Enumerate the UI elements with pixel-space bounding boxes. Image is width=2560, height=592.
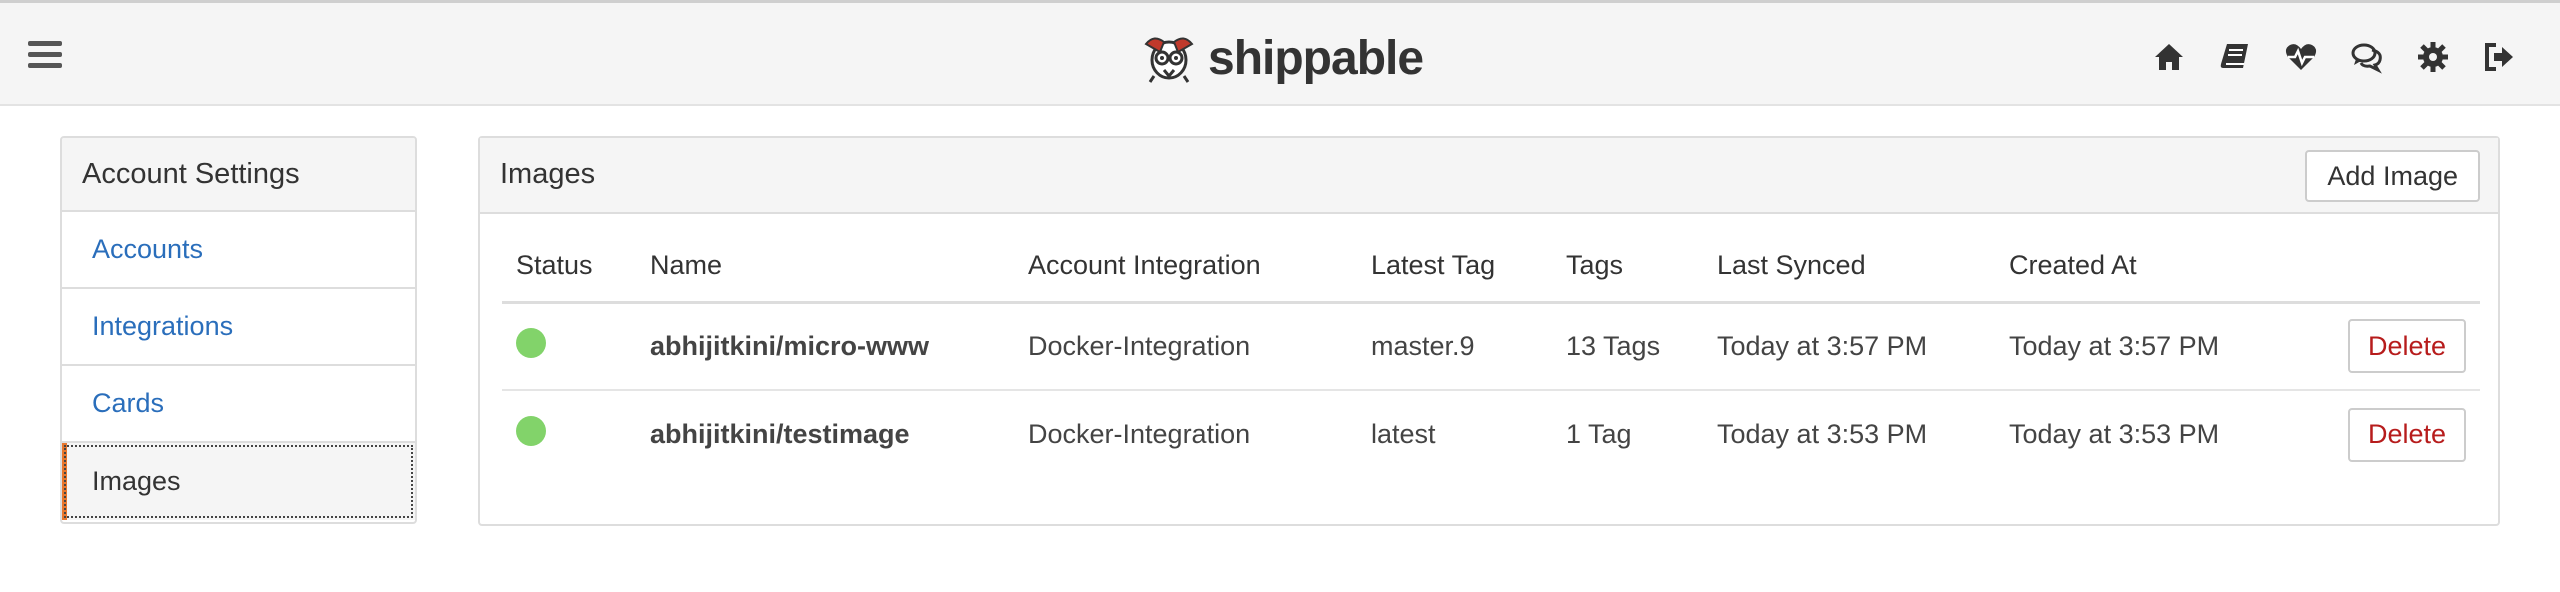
sidebar-title: Account Settings: [62, 138, 415, 212]
navbar-icon-group: [2136, 37, 2532, 77]
column-header-name: Name: [636, 230, 1014, 304]
sidebar-item-integrations[interactable]: Integrations: [62, 289, 415, 366]
column-header-created-at: Created At: [1995, 230, 2287, 304]
top-navbar: shippable: [0, 0, 2560, 106]
shippable-mascot-icon: [1144, 37, 1194, 83]
table-row: abhijitkini/micro-www Docker-Integration…: [502, 302, 2480, 391]
action-cell: Delete: [2287, 390, 2480, 478]
images-panel-title: Images: [500, 158, 596, 190]
status-ok-indicator: [516, 416, 546, 446]
sign-out-icon[interactable]: [2466, 37, 2532, 77]
sidebar-item-images[interactable]: Images: [62, 443, 415, 520]
images-panel-header: Images Add Image: [480, 138, 2498, 214]
action-cell: Delete: [2287, 302, 2480, 391]
last-synced: Today at 3:53 PM: [1717, 419, 1928, 449]
column-header-latest-tag: Latest Tag: [1357, 230, 1552, 304]
delete-image-button[interactable]: Delete: [2347, 319, 2466, 374]
account-integration: Docker-Integration: [1028, 419, 1251, 449]
sidebar-item-cards[interactable]: Cards: [62, 366, 415, 443]
latest-tag: latest: [1371, 419, 1436, 449]
column-header-status: Status: [502, 230, 636, 304]
image-name: abhijitkini/testimage: [650, 419, 910, 449]
home-icon[interactable]: [2136, 37, 2202, 77]
account-integration: Docker-Integration: [1014, 302, 1357, 391]
status-cell: [502, 390, 636, 478]
created-at: Today at 3:53 PM: [2009, 419, 2220, 449]
created-at: Today at 3:57 PM: [1995, 302, 2287, 391]
tags-count: 13 Tags: [1552, 302, 1703, 391]
images-panel: Images Add Image Status Name Account Int…: [478, 136, 2500, 526]
status-ok-indicator: [516, 327, 546, 358]
last-synced: Today at 3:57 PM: [1703, 302, 1995, 391]
brand-name: shippable: [1208, 31, 1424, 85]
add-image-button[interactable]: Add Image: [2305, 150, 2480, 202]
account-settings-sidebar: Account Settings Accounts Integrations C…: [60, 136, 417, 524]
hamburger-menu-icon[interactable]: [28, 41, 62, 69]
gear-icon[interactable]: [2400, 37, 2466, 77]
sidebar-item-accounts[interactable]: Accounts: [62, 212, 415, 289]
heartbeat-icon[interactable]: [2268, 37, 2334, 77]
image-name: abhijitkini/micro-www: [636, 302, 1014, 391]
status-cell: [502, 302, 636, 391]
column-header-tags: Tags: [1552, 230, 1703, 304]
column-header-account-integration: Account Integration: [1014, 230, 1357, 304]
table-header-row: Status Name Account Integration Latest T…: [502, 230, 2480, 304]
delete-image-button[interactable]: Delete: [2347, 407, 2466, 462]
images-table: Status Name Account Integration Latest T…: [502, 230, 2480, 478]
latest-tag: master.9: [1357, 302, 1552, 391]
brand-logo[interactable]: shippable: [1140, 27, 1424, 89]
book-icon[interactable]: [2202, 37, 2268, 77]
comments-icon[interactable]: [2334, 37, 2400, 77]
column-header-actions: [2287, 230, 2480, 304]
table-row: abhijitkini/testimage Docker-Integration…: [502, 390, 2480, 478]
column-header-last-synced: Last Synced: [1703, 230, 1995, 304]
tags-count: 1 Tag: [1566, 419, 1632, 449]
